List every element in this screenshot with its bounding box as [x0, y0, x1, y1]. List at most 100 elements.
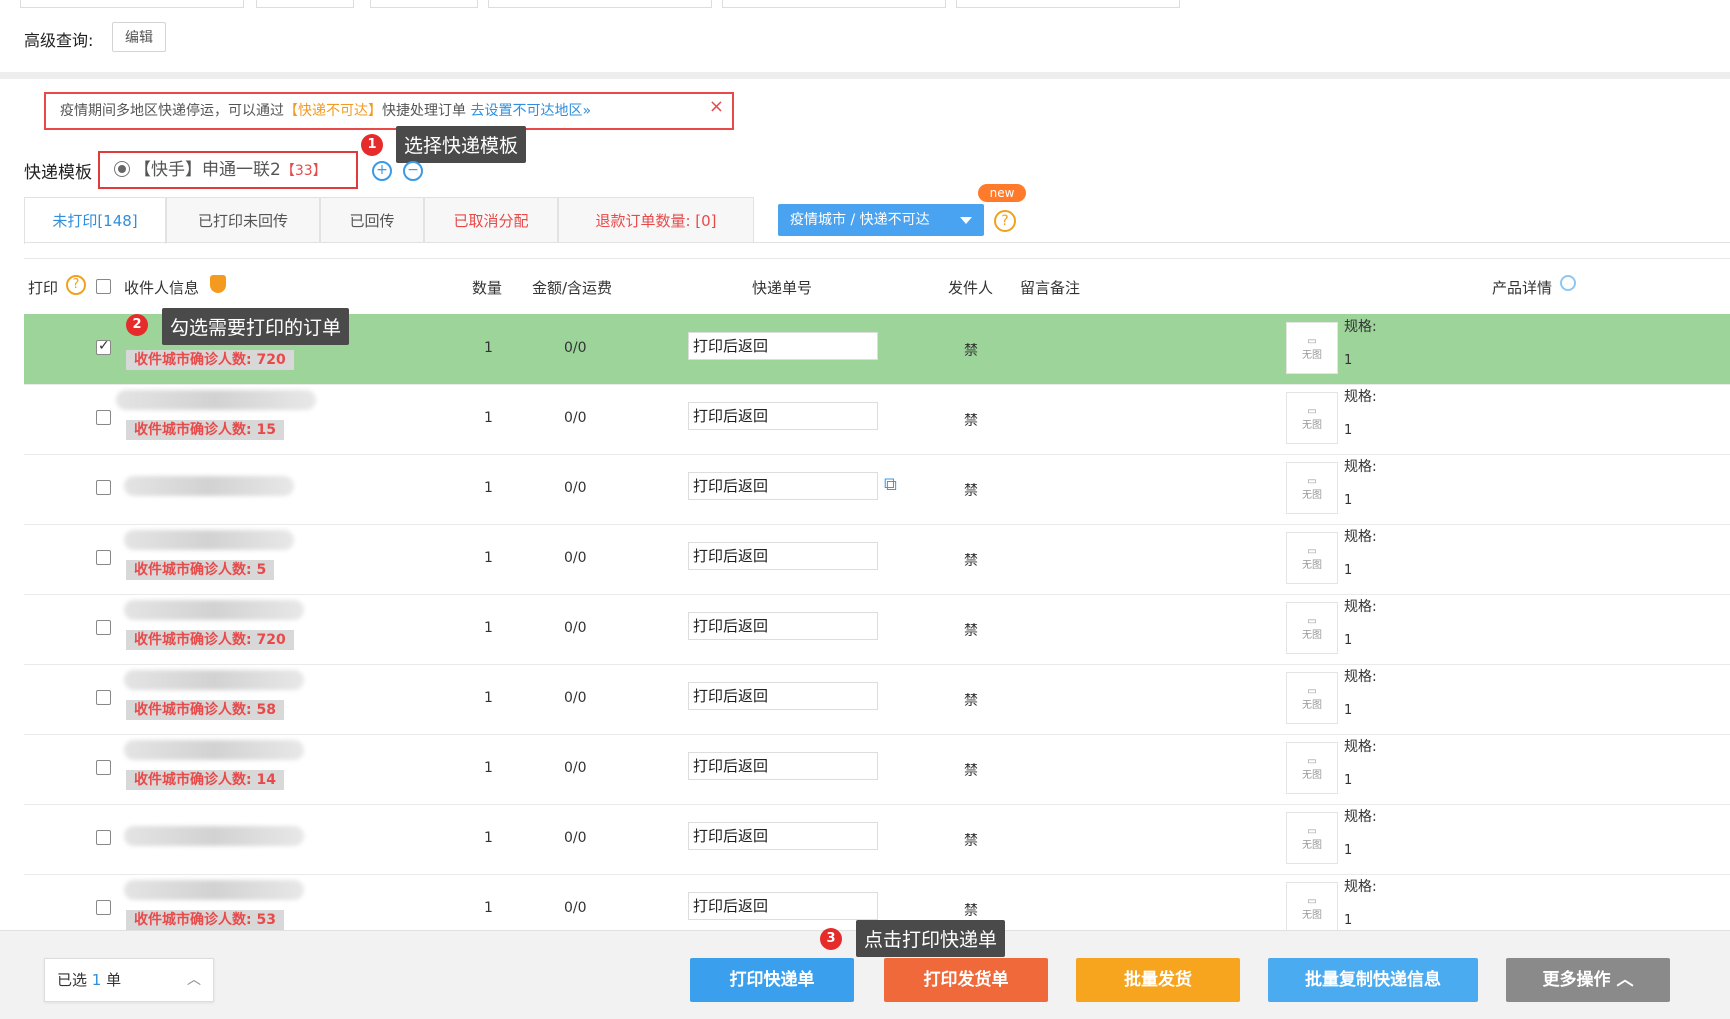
tabs-underline [24, 242, 1730, 243]
row-checkbox[interactable] [96, 410, 111, 425]
spec-label: 规格: [1344, 459, 1377, 475]
tab-refund-orders[interactable]: 退款订单数量: [0] [558, 197, 754, 243]
add-template-icon[interactable]: + [372, 161, 392, 181]
row-sender: 禁 [964, 343, 978, 359]
epidemic-city-dropdown[interactable]: 疫情城市 / 快递不可达 [778, 204, 984, 236]
row-amount: 0/0 [564, 900, 587, 916]
tracking-number-input[interactable]: 打印后返回 [688, 332, 878, 360]
table-row[interactable]: 收件城市确诊人数: 14 1 0/0 打印后返回 禁 ▭ 无图 规格: 1 [24, 734, 1730, 805]
product-spec: 规格: 1 [1344, 318, 1377, 370]
spec-qty: 1 [1344, 703, 1353, 718]
spec-label: 规格: [1344, 809, 1377, 825]
spec-qty: 1 [1344, 353, 1353, 368]
row-amount: 0/0 [564, 830, 587, 846]
tracking-number-input[interactable]: 打印后返回 [688, 402, 878, 430]
product-spec: 规格: 1 [1344, 808, 1377, 860]
table-row[interactable]: 收件城市确诊人数: 720 1 0/0 打印后返回 禁 ▭无图 规格: 1 [24, 594, 1730, 665]
product-spec: 规格: 1 [1344, 528, 1377, 580]
row-checkbox[interactable] [96, 760, 111, 775]
row-checkbox[interactable] [96, 830, 111, 845]
template-option[interactable]: 【快手】申通一联2【33】 [98, 151, 358, 189]
row-checkbox[interactable] [96, 690, 111, 705]
print-help-icon[interactable]: ? [66, 275, 86, 295]
set-unreachable-link[interactable]: 去设置不可达地区» [470, 103, 591, 119]
receiver-info-blurred [124, 670, 304, 690]
select-all-checkbox[interactable] [96, 279, 111, 294]
step3-tooltip: 点击打印快递单 [856, 920, 1006, 957]
tracking-number-input[interactable]: 打印后返回 [688, 682, 878, 710]
product-spec: 规格: 1 [1344, 598, 1377, 650]
row-checkbox[interactable] [96, 900, 111, 915]
batch-ship-button[interactable]: 批量发货 [1076, 958, 1240, 1002]
tracking-number-input[interactable]: 打印后返回 [688, 612, 878, 640]
header-product: 产品详情 [1492, 279, 1553, 297]
city-cases-tag: 收件城市确诊人数: 5 [126, 560, 275, 580]
row-checkbox[interactable] [96, 480, 111, 495]
tracking-number-input[interactable]: 打印后返回 [688, 752, 878, 780]
selected-count-box[interactable]: 已选 1 单 ︿ [44, 958, 214, 1002]
row-checkbox[interactable] [96, 620, 111, 635]
table-row[interactable]: 收件城市确诊人数: 15 1 0/0 打印后返回 禁 ▭ 无图 规格: 1 [24, 384, 1730, 455]
row-checkbox[interactable] [96, 338, 111, 355]
product-thumbnail: ▭ 无图 [1286, 602, 1338, 654]
table-row[interactable]: 1 0/0 打印后返回 禁 ▭ 无图 规格: 1 [24, 804, 1730, 875]
remove-template-icon[interactable]: − [403, 161, 423, 181]
row-checkbox[interactable] [96, 550, 111, 565]
tracking-number-input[interactable]: 打印后返回 [688, 892, 878, 920]
receiver-info-blurred [116, 390, 316, 410]
tab-printed-not-returned[interactable]: 已打印未回传 [166, 197, 320, 243]
settings-gear-icon[interactable] [1560, 275, 1576, 291]
tab-cancelled[interactable]: 已取消分配 [424, 197, 558, 243]
tracking-number-input[interactable]: 打印后返回 [688, 542, 878, 570]
receiver-info-blurred [124, 476, 294, 496]
step2-badge: 2 [126, 314, 148, 336]
product-spec: 规格: 1 [1344, 668, 1377, 720]
table-row[interactable]: 1 0/0 打印后返回 ⧉ 禁 ▭ 无图 规格: 1 [24, 454, 1730, 525]
spec-label: 规格: [1344, 529, 1377, 545]
header-tracking: 快递单号 [752, 279, 813, 297]
tracking-number-input[interactable]: 打印后返回 [688, 472, 878, 500]
product-spec: 规格: 1 [1344, 738, 1377, 790]
edit-button[interactable]: 编辑 [112, 22, 166, 52]
radio-selected-icon[interactable] [114, 161, 130, 177]
row-amount: 0/0 [564, 340, 587, 356]
batch-copy-button[interactable]: 批量复制快递信息 [1268, 958, 1478, 1002]
tab-returned[interactable]: 已回传 [320, 197, 424, 243]
spec-qty: 1 [1344, 493, 1353, 508]
help-icon[interactable]: ? [994, 210, 1016, 232]
print-delivery-button[interactable]: 打印发货单 [884, 958, 1048, 1002]
spec-label: 规格: [1344, 319, 1377, 335]
row-qty: 1 [484, 550, 493, 566]
advanced-search-label: 高级查询: [24, 31, 94, 50]
receiver-info-blurred [124, 600, 304, 620]
receiver-info-blurred [124, 530, 294, 550]
row-sender: 禁 [964, 623, 978, 639]
spec-qty: 1 [1344, 913, 1353, 928]
row-sender: 禁 [964, 483, 978, 499]
close-icon[interactable]: × [709, 90, 724, 124]
selected-suffix: 单 [106, 971, 122, 989]
row-qty: 1 [484, 480, 493, 496]
table-row[interactable]: 收件城市确诊人数: 58 1 0/0 打印后返回 禁 ▭ 无图 规格: 1 [24, 664, 1730, 735]
row-sender: 禁 [964, 833, 978, 849]
row-sender: 禁 [964, 413, 978, 429]
tracking-number-input[interactable]: 打印后返回 [688, 822, 878, 850]
step1-badge: 1 [361, 134, 383, 156]
section-divider [0, 72, 1730, 79]
row-qty: 1 [484, 410, 493, 426]
print-express-button[interactable]: 打印快递单 [690, 958, 854, 1002]
row-amount: 0/0 [564, 690, 587, 706]
product-thumbnail: ▭ 无图 [1286, 532, 1338, 584]
city-cases-tag: 收件城市确诊人数: 720 [126, 350, 294, 370]
product-thumbnail: ▭ 无图 [1286, 672, 1338, 724]
notice-text: 疫情期间多地区快递停运，可以通过 [60, 103, 284, 119]
copy-icon[interactable]: ⧉ [884, 474, 897, 495]
no-image-label: 无图 [1302, 630, 1322, 641]
table-row[interactable]: 收件城市确诊人数: 5 1 0/0 打印后返回 禁 ▭ 无图 规格: 1 [24, 524, 1730, 595]
tab-unprinted[interactable]: 未打印[148] [24, 197, 166, 244]
more-actions-button[interactable]: 更多操作 ︿ [1506, 958, 1670, 1002]
dropdown-label: 疫情城市 / 快递不可达 [790, 212, 930, 228]
receiver-info-blurred [124, 740, 304, 760]
row-sender: 禁 [964, 763, 978, 779]
row-amount: 0/0 [564, 480, 587, 496]
